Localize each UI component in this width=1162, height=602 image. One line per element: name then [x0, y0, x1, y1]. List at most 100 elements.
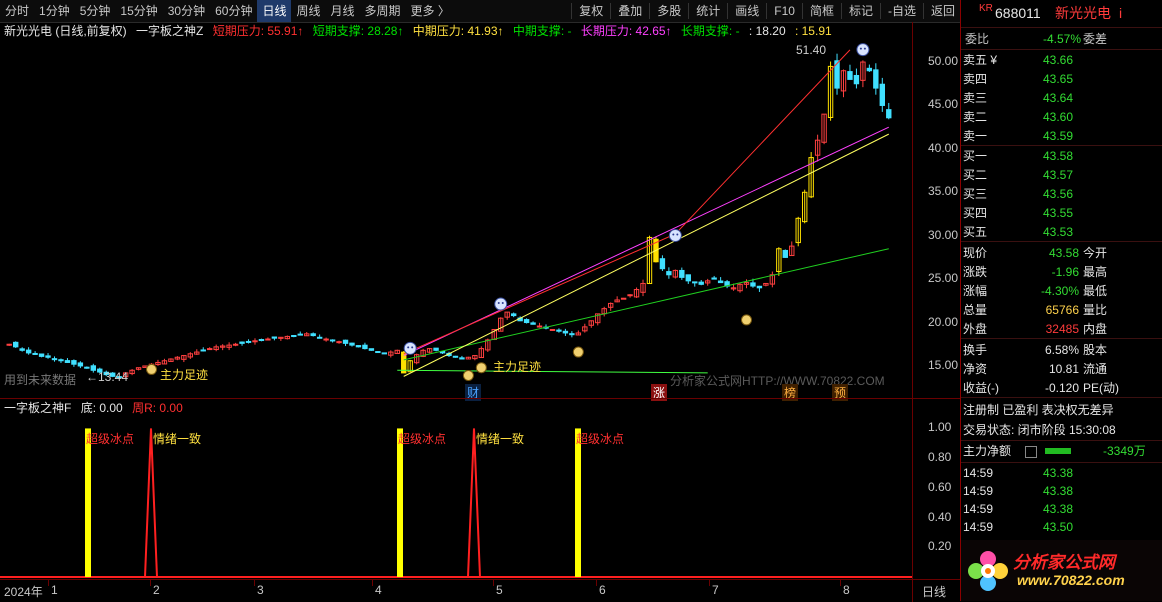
stat-row: 涨幅 -4.30% 最低: [961, 282, 1162, 300]
ice-point-bar: [85, 428, 91, 577]
stat-value: -0.120: [1044, 381, 1079, 395]
asks-row[interactable]: 卖四 43.65: [961, 70, 1162, 88]
sub-signal-label: 超级冰点: [576, 432, 625, 446]
ice-point-bar: [575, 428, 581, 577]
candle: [782, 249, 788, 258]
stat-label: 收益(-): [963, 381, 999, 395]
candle: [756, 285, 763, 292]
tool-button-8[interactable]: -自选: [883, 0, 921, 22]
period-tab-2[interactable]: 5分钟: [75, 0, 116, 22]
period-tab-0[interactable]: 分时: [0, 0, 34, 22]
candle: [213, 344, 219, 352]
sub-tick: 0.20: [928, 539, 952, 554]
period-tab-3[interactable]: 15分钟: [115, 0, 162, 22]
indicator-line-1: [403, 248, 889, 361]
candle: [776, 247, 782, 276]
asks-row[interactable]: 卖一 43.59: [961, 127, 1162, 145]
candle: [834, 53, 840, 95]
candle: [459, 355, 465, 360]
candle: [879, 77, 885, 112]
candle: [685, 274, 691, 284]
candle: [717, 277, 724, 284]
trade-status-row: 交易状态: 闭市阶段 15:30:08: [961, 421, 1162, 439]
candle: [633, 287, 640, 298]
tool-button-7[interactable]: 标记: [844, 0, 878, 22]
candle: [355, 345, 362, 348]
candle: [679, 267, 685, 280]
price-tick: 45.00: [928, 97, 959, 112]
candle: [329, 339, 336, 343]
sub-indicator-chart[interactable]: 一字板之神F 底: 0.00 周R: 0.00 1.00 0.80 0.60 0.40…: [0, 398, 960, 580]
tool-button-9[interactable]: 返回: [926, 0, 960, 22]
tool-button-5[interactable]: F10: [769, 0, 800, 22]
net-main-menu-icon[interactable]: [1025, 446, 1037, 458]
candle: [886, 102, 892, 120]
tool-button-2[interactable]: 多股: [652, 0, 686, 22]
bids-row[interactable]: 买一 43.58: [961, 147, 1162, 165]
asks-row[interactable]: 卖五 ¥ 43.66: [961, 51, 1162, 69]
period-tab-7[interactable]: 周线: [291, 0, 325, 22]
period-tab-5[interactable]: 60分钟: [210, 0, 257, 22]
candle: [847, 64, 853, 80]
main-force-label-1: 主力足迹: [160, 368, 209, 382]
tool-button-3[interactable]: 统计: [691, 0, 725, 22]
tick-price: 43.38: [1043, 484, 1074, 498]
month-label: 3: [257, 583, 264, 597]
candle: [129, 369, 135, 376]
period-tab-1[interactable]: 1分钟: [34, 0, 75, 22]
bids-row[interactable]: 买四 43.55: [961, 204, 1162, 222]
ice-point-bar: [397, 428, 403, 577]
sub-tick: 0.80: [928, 450, 952, 465]
trade-status: 交易状态: 闭市阶段 15:30:08: [963, 423, 1116, 437]
bids-row[interactable]: 买五 43.53: [961, 223, 1162, 241]
info-button[interactable]: i: [1119, 3, 1122, 23]
month-label: 5: [496, 583, 503, 597]
period-tab-4[interactable]: 30分钟: [163, 0, 210, 22]
sub-signal-label: 情绪一致: [476, 432, 525, 446]
brand-banner: 分析家公式网 www.70822.com: [961, 540, 1162, 601]
net-main-row[interactable]: 主力净额 -3349万: [961, 442, 1162, 460]
bids-row[interactable]: 买二 43.57: [961, 166, 1162, 184]
period-label[interactable]: 日线: [922, 583, 946, 600]
toolbar-separator: [879, 3, 881, 19]
period-tab-10[interactable]: 更多 〉: [406, 0, 455, 22]
candle: [219, 344, 226, 351]
period-tab-9[interactable]: 多周期: [360, 0, 406, 22]
stat-label-2: 最高: [1083, 265, 1108, 279]
stat-label-2: 今开: [1083, 246, 1108, 260]
brand-url: www.70822.com: [1017, 572, 1125, 588]
bids-row[interactable]: 买三 43.56: [961, 185, 1162, 203]
candle: [6, 343, 12, 346]
candle: [342, 339, 349, 347]
tick-row: 14:59 43.38: [961, 464, 1162, 482]
candle: [265, 337, 271, 341]
tool-button-6[interactable]: 简框: [805, 0, 839, 22]
main-kline-chart[interactable]: 新光光电 (日线,前复权) 一字板之神Z 短期压力: 55.91↑ 短期支撑: …: [0, 22, 960, 401]
candle: [181, 354, 187, 363]
period-tab-6[interactable]: 日线: [257, 0, 292, 22]
candle: [394, 349, 400, 354]
tool-button-1[interactable]: 叠加: [613, 0, 647, 22]
candle: [860, 60, 866, 88]
asks-row[interactable]: 卖二 43.60: [961, 108, 1162, 126]
bids-price: 43.55: [1043, 206, 1074, 220]
candle: [388, 350, 394, 358]
candle: [433, 347, 439, 352]
stat-value: -1.96: [1051, 265, 1079, 279]
asks-row[interactable]: 卖三 43.64: [961, 89, 1162, 107]
candle: [426, 348, 433, 354]
candle: [659, 255, 666, 271]
month-label: 7: [712, 583, 719, 597]
candle: [58, 358, 64, 363]
candle: [866, 64, 873, 72]
candle: [245, 339, 252, 344]
tool-button-4[interactable]: 画线: [730, 0, 764, 22]
period-tab-8[interactable]: 月线: [326, 0, 360, 22]
candle: [362, 342, 368, 350]
month-tick: [596, 580, 597, 586]
candle: [135, 367, 142, 371]
tool-button-0[interactable]: 复权: [574, 0, 608, 22]
candle: [478, 346, 485, 359]
candle: [789, 241, 795, 257]
stat-value: 6.58%: [1044, 343, 1079, 357]
